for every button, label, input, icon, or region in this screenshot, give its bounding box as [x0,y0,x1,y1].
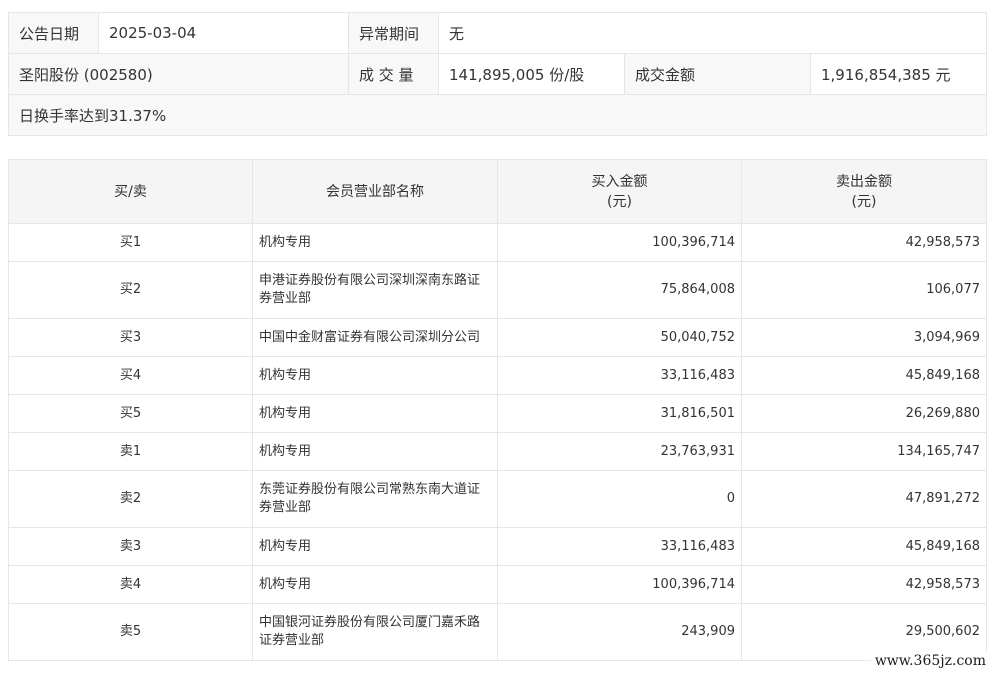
announce-date-label: 公告日期 [8,12,99,54]
row-side: 卖5 [8,603,253,661]
row-branch: 机构专用 [252,356,498,395]
row-side: 买5 [8,394,253,433]
row-sell-amount: 3,094,969 [741,318,987,357]
row-branch: 机构专用 [252,527,498,566]
row-sell-amount: 45,849,168 [741,356,987,395]
row-side: 卖3 [8,527,253,566]
row-buy-amount: 100,396,714 [497,565,742,604]
row-buy-amount: 31,816,501 [497,394,742,433]
row-branch: 机构专用 [252,223,498,262]
table-row: 买5 机构专用 31,816,501 26,269,880 [8,394,987,433]
row-sell-amount: 134,165,747 [741,432,987,471]
header-sell-unit: (元) [851,193,877,210]
table-row: 买4 机构专用 33,116,483 45,849,168 [8,356,987,395]
row-branch: 中国银河证券股份有限公司厦门嘉禾路证券营业部 [252,603,498,661]
row-sell-amount: 42,958,573 [741,565,987,604]
trade-detail-table: 买/卖 会员营业部名称 买入金额 (元) 卖出金额 (元) 买1 机构专用 10… [8,159,987,661]
row-branch: 机构专用 [252,565,498,604]
table-row: 买3 中国中金财富证券有限公司深圳分公司 50,040,752 3,094,96… [8,318,987,357]
header-buy-label: 买入金额 [591,173,648,190]
row-side: 卖1 [8,432,253,471]
table-row: 买1 机构专用 100,396,714 42,958,573 [8,223,987,262]
row-sell-amount: 106,077 [741,261,987,319]
row-side: 买4 [8,356,253,395]
announcement-info-table: 公告日期 2025-03-04 异常期间 无 圣阳股份 (002580) 成 交… [7,12,988,136]
header-branch: 会员营业部名称 [252,159,498,224]
stock-name: 圣阳股份 (002580) [8,53,349,95]
row-buy-amount: 0 [497,470,742,528]
table-row: 卖5 中国银河证券股份有限公司厦门嘉禾路证券营业部 243,909 29,500… [8,603,987,661]
table-row: 卖2 东莞证券股份有限公司常熟东南大道证券营业部 0 47,891,272 [8,470,987,528]
row-side: 买2 [8,261,253,319]
amount-value: 1,916,854,385 元 [809,53,988,95]
amount-label: 成交金额 [624,53,811,95]
row-buy-amount: 75,864,008 [497,261,742,319]
row-branch: 东莞证券股份有限公司常熟东南大道证券营业部 [252,470,498,528]
row-side: 买3 [8,318,253,357]
row-sell-amount: 26,269,880 [741,394,987,433]
announce-date-value: 2025-03-04 [98,12,349,54]
table-row: 买2 申港证券股份有限公司深圳深南东路证券营业部 75,864,008 106,… [8,261,987,319]
row-buy-amount: 33,116,483 [497,356,742,395]
row-sell-amount: 45,849,168 [741,527,987,566]
site-watermark: www.365jz.com [870,651,990,671]
header-buy-amount: 买入金额 (元) [497,159,742,224]
header-buy-unit: (元) [607,193,632,210]
volume-label: 成 交 量 [348,53,439,95]
abnormal-period-value: 无 [437,12,988,54]
row-buy-amount: 33,116,483 [497,527,742,566]
abnormal-reason: 日换手率达到31.37% [7,94,988,136]
abnormal-period-label: 异常期间 [348,12,439,54]
header-side: 买/卖 [8,159,253,224]
row-side: 卖4 [8,565,253,604]
row-buy-amount: 243,909 [497,603,742,661]
row-branch: 机构专用 [252,394,498,433]
row-branch: 机构专用 [252,432,498,471]
volume-value: 141,895,005 份/股 [438,53,625,95]
row-branch: 中国中金财富证券有限公司深圳分公司 [252,318,498,357]
row-side: 买1 [8,223,253,262]
row-sell-amount: 47,891,272 [741,470,987,528]
row-side: 卖2 [8,470,253,528]
header-sell-amount: 卖出金额 (元) [741,159,987,224]
row-buy-amount: 23,763,931 [497,432,742,471]
row-sell-amount: 42,958,573 [741,223,987,262]
table-row: 卖4 机构专用 100,396,714 42,958,573 [8,565,987,604]
table-row: 卖1 机构专用 23,763,931 134,165,747 [8,432,987,471]
row-buy-amount: 50,040,752 [497,318,742,357]
row-buy-amount: 100,396,714 [497,223,742,262]
row-branch: 申港证券股份有限公司深圳深南东路证券营业部 [252,261,498,319]
header-sell-label: 卖出金额 [836,173,892,190]
page: 公告日期 2025-03-04 异常期间 无 圣阳股份 (002580) 成 交… [0,0,996,677]
table-row: 卖3 机构专用 33,116,483 45,849,168 [8,527,987,566]
